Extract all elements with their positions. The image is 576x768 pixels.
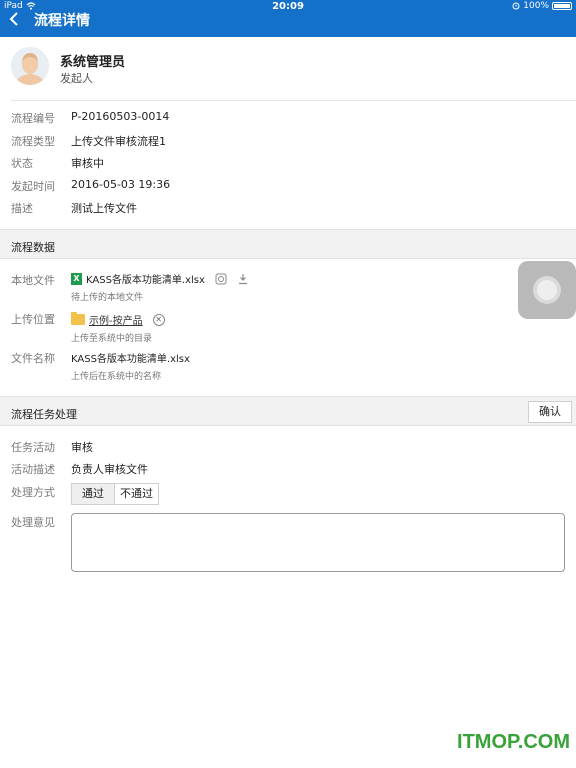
upload-folder-link[interactable]: 示例-按产品 [89, 312, 143, 327]
clear-icon[interactable]: ✕ [152, 313, 165, 326]
file-name-hint: 上传后在系统中的名称 [71, 372, 162, 382]
initiator-name: 系统管理员 [60, 55, 126, 70]
section-task: 流程任务处理 确认 [0, 396, 576, 426]
upload-location[interactable]: 示例-按产品 ✕ [71, 312, 165, 327]
detail-label: 流程类型 [11, 135, 55, 148]
start-time: 2016-05-03 19:36 [71, 178, 171, 191]
back-arrow-icon[interactable] [6, 11, 22, 27]
status-right: 100% [512, 1, 572, 11]
divider [11, 100, 576, 101]
excel-icon: X [71, 272, 82, 285]
process-description: 测试上传文件 [71, 202, 137, 215]
detail-label: 发起时间 [11, 180, 55, 193]
navigation-bar: iPad 20:09 100% 流程详情 [0, 0, 576, 37]
battery-percent: 100% [523, 1, 549, 11]
activity-description-value: 负责人审核文件 [71, 463, 148, 476]
alarm-icon [512, 2, 520, 10]
task-activity-label: 任务活动 [11, 441, 55, 454]
process-number: P-20160503-0014 [71, 110, 170, 123]
preview-icon[interactable] [215, 273, 227, 285]
local-file: X KASS各版本功能清单.xlsx [71, 271, 249, 286]
watermark: ITMOP.COM [457, 731, 570, 753]
detail-label: 描述 [11, 202, 33, 215]
local-file-hint: 待上传的本地文件 [71, 293, 144, 303]
opinion-label: 处理意见 [11, 516, 55, 529]
section-title: 流程任务处理 [11, 408, 77, 421]
person-icon [11, 47, 49, 85]
file-name-value: KASS各版本功能清单.xlsx [71, 354, 190, 365]
assistive-touch-icon[interactable] [518, 261, 576, 319]
option-reject[interactable]: 不通过 [114, 484, 158, 504]
opinion-input[interactable] [71, 513, 565, 572]
section-title: 流程数据 [11, 241, 55, 254]
page-title: 流程详情 [34, 13, 90, 29]
initiator-role: 发起人 [60, 72, 93, 85]
section-flow-data: 流程数据 [0, 229, 576, 259]
download-icon[interactable] [237, 273, 249, 285]
detail-label: 流程编号 [11, 112, 55, 125]
task-activity-value: 审核 [71, 441, 93, 454]
process-status: 审核中 [71, 157, 104, 170]
upload-location-label: 上传位置 [11, 313, 55, 326]
confirm-button[interactable]: 确认 [528, 401, 572, 423]
handling-method-label: 处理方式 [11, 486, 55, 499]
avatar [11, 47, 49, 85]
activity-description-label: 活动描述 [11, 463, 55, 476]
detail-label: 状态 [11, 157, 33, 170]
battery-icon [552, 2, 572, 10]
upload-location-hint: 上传至系统中的目录 [71, 334, 153, 344]
option-pass[interactable]: 通过 [72, 484, 114, 504]
local-file-label: 本地文件 [11, 274, 55, 287]
process-type: 上传文件审核流程1 [71, 135, 166, 148]
local-file-name: KASS各版本功能清单.xlsx [86, 275, 205, 286]
handling-method-toggle[interactable]: 通过 不通过 [71, 483, 159, 505]
folder-icon [71, 312, 85, 325]
file-name-label: 文件名称 [11, 352, 55, 365]
